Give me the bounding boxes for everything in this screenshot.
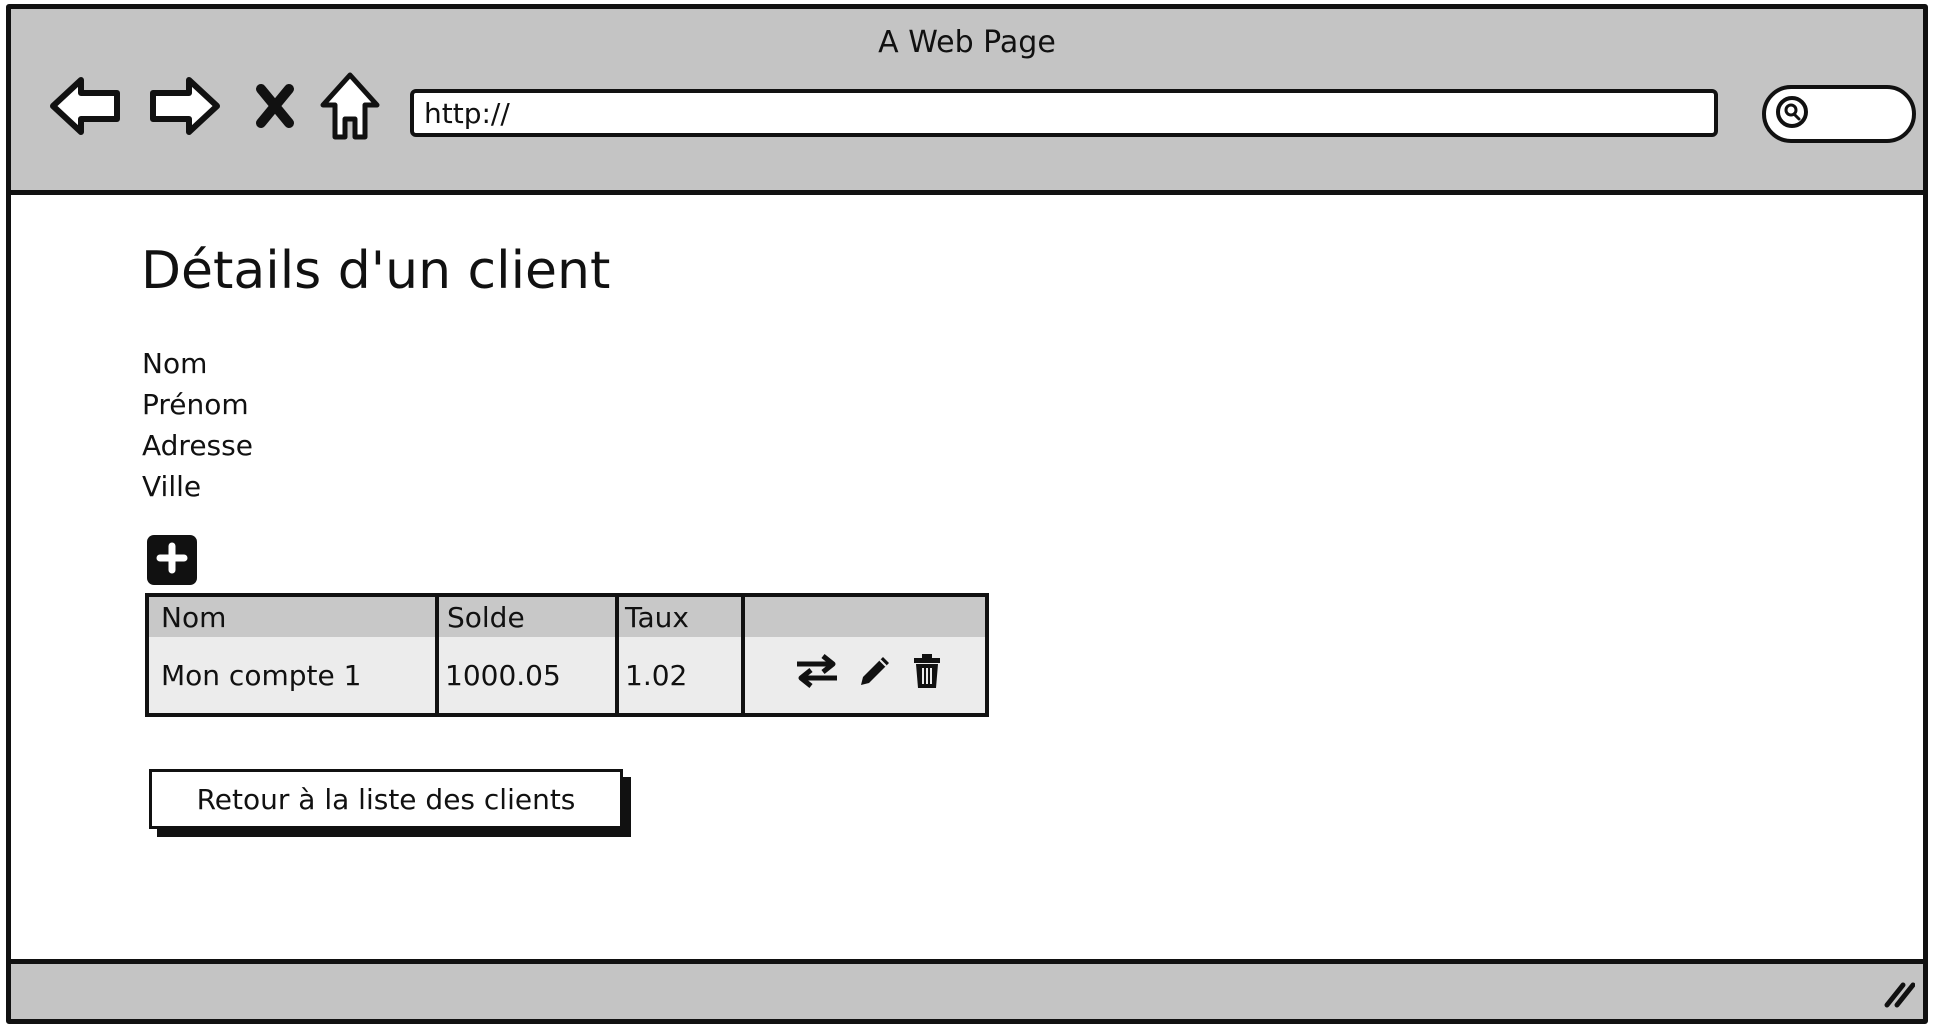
field-nom: Nom [142, 347, 208, 380]
add-account-button[interactable] [147, 535, 197, 585]
resize-grip-icon[interactable] [1881, 975, 1916, 1013]
forward-arrow-icon [149, 76, 221, 136]
browser-toolbar: A Web Page http:// [11, 9, 1923, 195]
back-button[interactable] [49, 69, 121, 143]
accounts-table: Nom Solde Taux Mon compte 1 1000.05 1.02 [145, 593, 989, 717]
cell-solde: 1000.05 [445, 659, 561, 692]
cell-nom: Mon compte 1 [161, 659, 362, 692]
url-text: http:// [424, 96, 510, 130]
forward-button[interactable] [149, 69, 221, 143]
trash-icon[interactable] [911, 653, 943, 689]
row-actions [795, 653, 943, 689]
home-icon [319, 71, 381, 141]
back-arrow-icon [49, 76, 121, 136]
field-adresse: Adresse [142, 429, 253, 462]
browser-window: A Web Page http:// Détails d'un client N… [6, 4, 1928, 1024]
search-icon [1774, 94, 1810, 134]
page-title: Détails d'un client [141, 241, 611, 301]
column-header-taux: Taux [625, 601, 689, 634]
pencil-icon[interactable] [857, 653, 893, 689]
window-title: A Web Page [878, 25, 1056, 60]
home-button[interactable] [319, 69, 381, 143]
transfer-icon[interactable] [795, 653, 839, 689]
column-divider [741, 597, 745, 713]
back-to-list-button[interactable]: Retour à la liste des clients [149, 769, 623, 829]
field-ville: Ville [142, 470, 202, 503]
search-input[interactable] [1762, 85, 1916, 143]
column-divider [615, 597, 619, 713]
plus-icon [156, 542, 188, 578]
stop-button[interactable] [253, 69, 297, 143]
column-header-solde: Solde [447, 601, 525, 634]
column-header-nom: Nom [161, 601, 227, 634]
status-bar [11, 959, 1923, 1019]
page-content: Détails d'un client Nom Prénom Adresse V… [11, 195, 1923, 965]
client-fields: Nom Prénom Adresse Ville [142, 343, 253, 507]
field-prenom: Prénom [142, 388, 249, 421]
column-divider [435, 597, 439, 713]
close-icon [255, 83, 295, 129]
url-input[interactable]: http:// [410, 89, 1718, 137]
table-header [149, 597, 985, 637]
cell-taux: 1.02 [625, 659, 688, 692]
